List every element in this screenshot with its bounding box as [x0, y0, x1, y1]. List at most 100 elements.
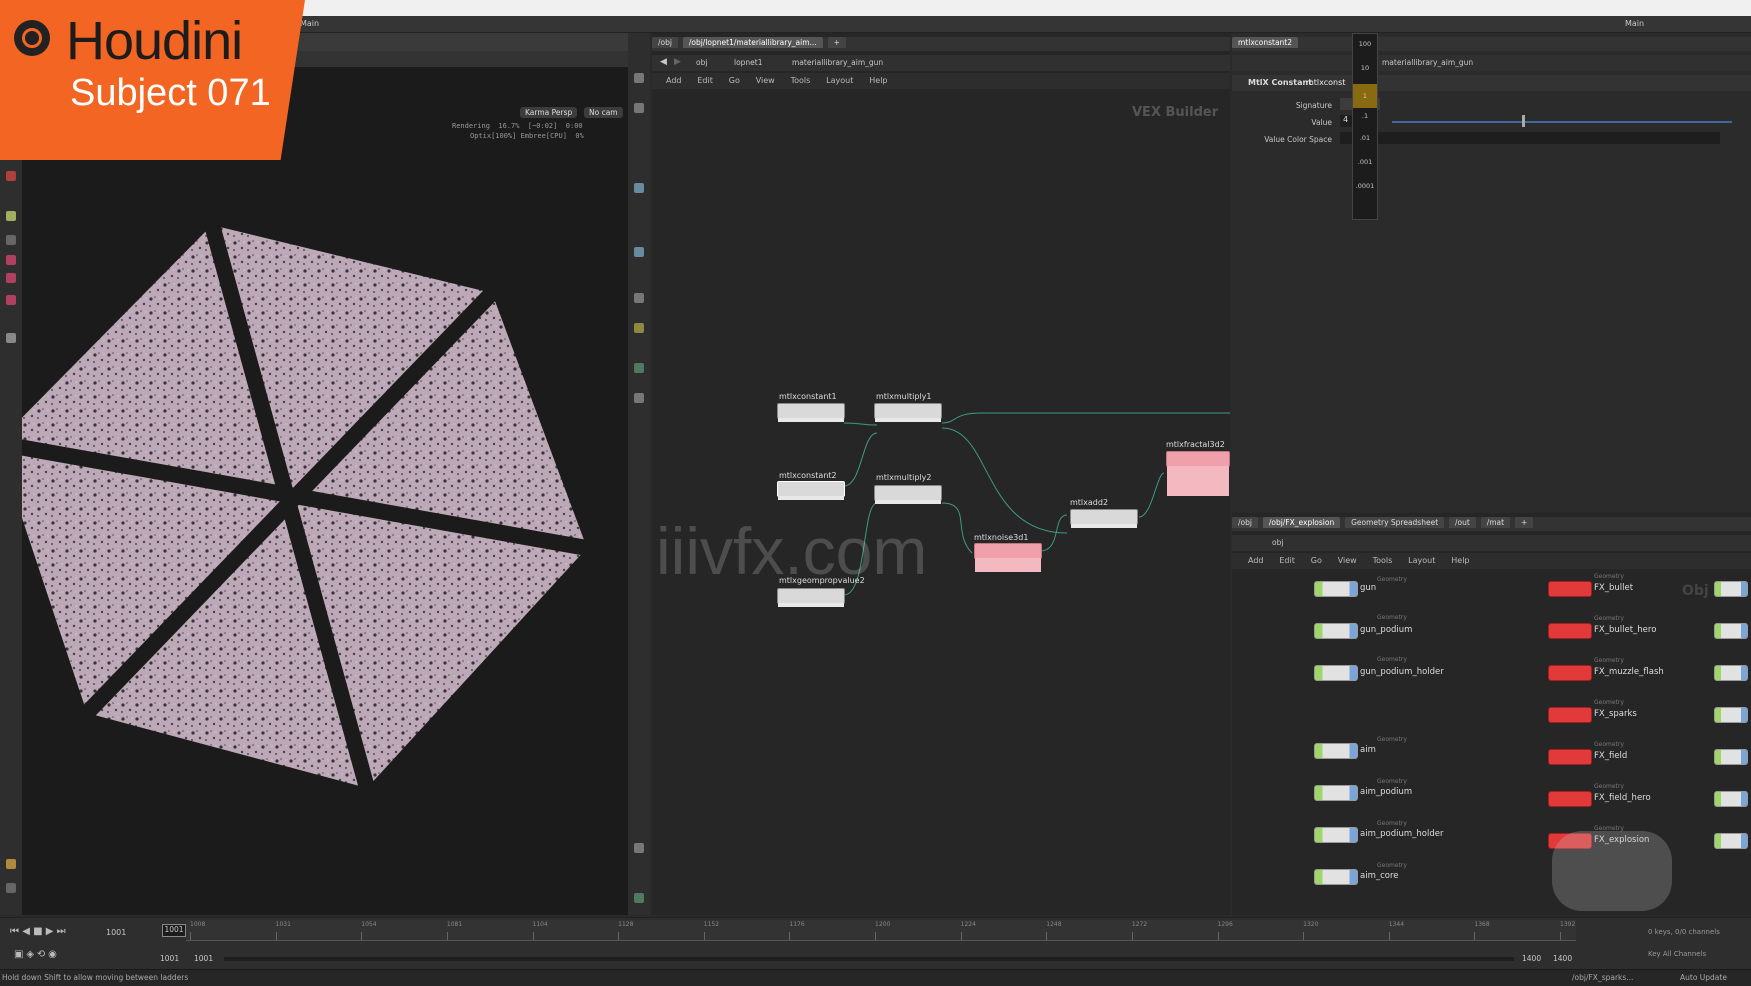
audio-icon[interactable]: ▣: [14, 949, 23, 960]
node-mtlxconstant2[interactable]: [777, 481, 845, 500]
keyframe-icon[interactable]: ◈: [26, 949, 34, 960]
rotate-tool-icon[interactable]: [6, 235, 16, 245]
range-start[interactable]: 1001: [160, 954, 179, 963]
update-mode-menu[interactable]: Auto Update: [1680, 973, 1727, 982]
realtime-icon[interactable]: ◉: [48, 949, 57, 960]
cam-menu[interactable]: No cam: [584, 107, 623, 118]
obj-tab-out[interactable]: /out: [1449, 517, 1476, 528]
obj-node-gun-podium-holder[interactable]: [1314, 665, 1358, 681]
obj-tab-spreadsheet[interactable]: Geometry Spreadsheet: [1345, 517, 1445, 528]
ladder-step-active[interactable]: 1: [1353, 84, 1377, 108]
parameter-tab[interactable]: mtlxconstant2: [1232, 37, 1299, 48]
status-path[interactable]: /obj/FX_sparks...: [1572, 973, 1633, 982]
obj-menu-edit[interactable]: Edit: [1279, 556, 1295, 565]
loop-icon[interactable]: ⟲: [37, 949, 45, 960]
param-value-slider-handle[interactable]: [1522, 115, 1525, 127]
ladder-step[interactable]: .01: [1353, 134, 1377, 142]
camera-menu[interactable]: Karma Persp: [520, 107, 578, 118]
obj-menu-add[interactable]: Add: [1248, 556, 1264, 565]
obj-node-partial[interactable]: [1714, 707, 1748, 723]
step-back-icon[interactable]: ◀: [22, 926, 30, 937]
lighting-icon[interactable]: [634, 323, 644, 333]
wireframe-icon[interactable]: [634, 247, 644, 257]
guides-icon[interactable]: [634, 393, 644, 403]
obj-node-partial[interactable]: [1714, 665, 1748, 681]
visibility-icon[interactable]: [634, 293, 644, 303]
obj-node-aim[interactable]: [1314, 743, 1358, 759]
range-end-2[interactable]: 1400: [1553, 954, 1572, 963]
param-colorspace-field[interactable]: [1340, 132, 1720, 144]
ladder-step[interactable]: .1: [1353, 112, 1377, 120]
obj-node-partial[interactable]: [1714, 791, 1748, 807]
range-start-2[interactable]: 1001: [194, 954, 213, 963]
timeline-ruler[interactable]: 1008 1031 1054 1081 1104 1128 1152 1176 1200 1224…: [186, 920, 1576, 941]
ladder-step[interactable]: 10: [1353, 64, 1377, 72]
jump-end-icon[interactable]: ⏭: [57, 926, 66, 937]
obj-menu-go[interactable]: Go: [1311, 556, 1322, 565]
display-options-icon[interactable]: [634, 73, 644, 83]
background-icon[interactable]: [634, 363, 644, 373]
jump-start-icon[interactable]: ⏮: [10, 926, 19, 937]
scale-tool-icon[interactable]: [6, 255, 16, 265]
desktop-right-label[interactable]: Main: [1625, 19, 1644, 28]
obj-network-pane[interactable]: /obj /obj/FX_explosion Geometry Spreadsh…: [1232, 513, 1751, 915]
viewport-layout-icon[interactable]: [634, 893, 644, 903]
obj-path-label[interactable]: obj: [1272, 538, 1283, 547]
node-name-field[interactable]: mtlxconst: [1306, 78, 1345, 87]
range-slider[interactable]: [224, 957, 1514, 961]
node-mtlxmultiply2[interactable]: [874, 485, 942, 504]
obj-node-fx-field-hero[interactable]: [1548, 791, 1592, 807]
obj-node-fx-muzzle-flash[interactable]: [1548, 665, 1592, 681]
move-tool-icon[interactable]: [6, 211, 16, 221]
obj-node-gun-podium[interactable]: [1314, 623, 1358, 639]
viewport-pane[interactable]: Karma Persp No cam Rendering 16.7% [~0:0…: [0, 33, 650, 915]
parameter-pane[interactable]: mtlxconstant2 materiallibrary_aim_gun Mt…: [1232, 33, 1751, 511]
obj-node-fx-sparks[interactable]: [1548, 707, 1592, 723]
obj-tab-add[interactable]: +: [1514, 517, 1534, 528]
obj-node-partial[interactable]: [1714, 833, 1748, 849]
node-mtlxconstant1[interactable]: [777, 403, 845, 422]
snap-tool-icon[interactable]: [6, 859, 16, 869]
obj-node-partial[interactable]: [1714, 623, 1748, 639]
obj-node-partial[interactable]: [1714, 749, 1748, 765]
ladder-step[interactable]: .0001: [1353, 182, 1377, 190]
ladder-step[interactable]: 100: [1353, 40, 1377, 48]
magnet-tool-icon[interactable]: [6, 295, 16, 305]
value-ladder[interactable]: 100 10 1 .1 .01 .001 .0001: [1352, 33, 1378, 220]
obj-tab-obj[interactable]: /obj: [1232, 517, 1258, 528]
axis-tool-icon[interactable]: [6, 883, 16, 893]
obj-menu-help[interactable]: Help: [1451, 556, 1469, 565]
range-end[interactable]: 1400: [1522, 954, 1541, 963]
obj-node-fx-bullet-hero[interactable]: [1548, 623, 1592, 639]
lock-icon[interactable]: [634, 103, 644, 113]
obj-node-fx-bullet[interactable]: [1548, 581, 1592, 597]
network-pane[interactable]: /obj /obj/lopnet1/materiallibrary_aim...…: [652, 33, 1230, 915]
obj-menu-tools[interactable]: Tools: [1373, 556, 1393, 565]
select-tool-icon[interactable]: [6, 171, 16, 181]
obj-node-gun[interactable]: [1314, 581, 1358, 597]
handle-tool-icon[interactable]: [6, 273, 16, 283]
camera-tool-icon[interactable]: [6, 333, 16, 343]
parameter-path-label[interactable]: materiallibrary_aim_gun: [1382, 58, 1473, 67]
obj-node-partial[interactable]: [1714, 581, 1748, 597]
node-mtlxadd2[interactable]: [1070, 509, 1138, 528]
desktop-left-label[interactable]: Main: [300, 19, 319, 28]
shading-icon[interactable]: [634, 183, 644, 193]
obj-tab-fx-explosion[interactable]: /obj/FX_explosion: [1262, 517, 1341, 528]
node-mtlxnoise3d1[interactable]: [974, 543, 1042, 572]
frame-field[interactable]: 1001: [162, 924, 186, 937]
obj-menu-view[interactable]: View: [1338, 556, 1357, 565]
node-mtlxfractal3d2[interactable]: [1166, 451, 1230, 496]
obj-node-aim-core[interactable]: [1314, 869, 1358, 885]
stop-icon[interactable]: ■: [33, 926, 42, 937]
obj-node-fx-field[interactable]: [1548, 749, 1592, 765]
ladder-step[interactable]: .001: [1353, 158, 1377, 166]
obj-node-aim-podium[interactable]: [1314, 785, 1358, 801]
obj-tab-mat[interactable]: /mat: [1480, 517, 1511, 528]
obj-node-aim-podium-holder[interactable]: [1314, 827, 1358, 843]
obj-menu-layout[interactable]: Layout: [1408, 556, 1435, 565]
node-mtlxmultiply1[interactable]: [874, 403, 942, 422]
render-region-icon[interactable]: [634, 843, 644, 853]
key-all-channels-button[interactable]: Key All Channels: [1648, 950, 1706, 958]
param-value-slider[interactable]: [1392, 121, 1732, 123]
